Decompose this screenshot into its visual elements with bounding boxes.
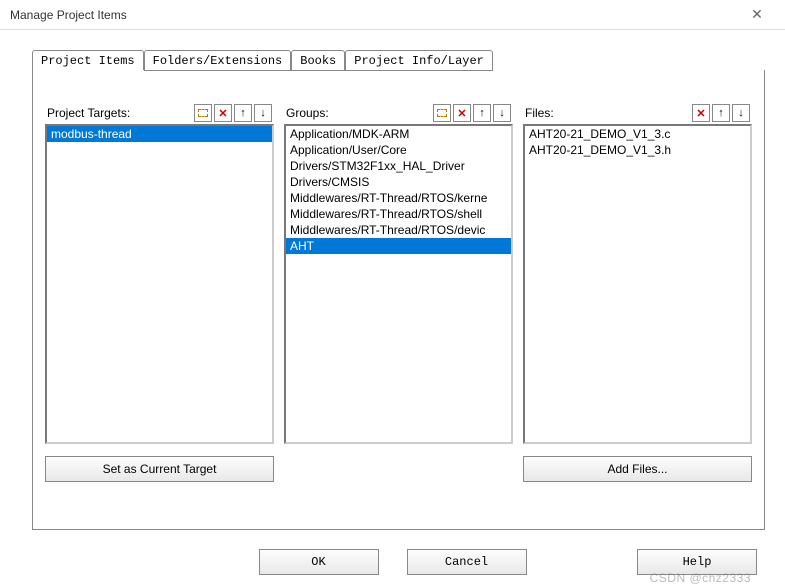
list-item[interactable]: Middlewares/RT-Thread/RTOS/shell xyxy=(286,206,511,222)
set-current-target-button[interactable]: Set as Current Target xyxy=(45,456,274,482)
arrow-down-icon: ↓ xyxy=(738,107,744,119)
list-item[interactable]: AHT20-21_DEMO_V1_3.h xyxy=(525,142,750,158)
targets-new-button[interactable] xyxy=(194,104,212,122)
ok-button[interactable]: OK xyxy=(259,549,379,575)
new-icon xyxy=(437,109,447,117)
arrow-up-icon: ↑ xyxy=(240,107,246,119)
columns: Project Targets: ✕ ↑ ↓ modbus-thread Set… xyxy=(45,102,752,482)
targets-move-up-button[interactable]: ↑ xyxy=(234,104,252,122)
groups-listbox[interactable]: Application/MDK-ARM Application/User/Cor… xyxy=(284,124,513,444)
tab-strip: Project Items Folders/Extensions Books P… xyxy=(32,48,765,70)
spacer xyxy=(284,444,513,482)
close-icon: ✕ xyxy=(751,6,763,23)
list-item[interactable]: Drivers/STM32F1xx_HAL_Driver xyxy=(286,158,511,174)
tab-panel: Project Targets: ✕ ↑ ↓ modbus-thread Set… xyxy=(32,70,765,530)
dialog-content: Project Items Folders/Extensions Books P… xyxy=(0,30,785,530)
files-move-up-button[interactable]: ↑ xyxy=(712,104,730,122)
delete-x-icon: ✕ xyxy=(457,107,466,120)
list-item[interactable]: Application/User/Core xyxy=(286,142,511,158)
targets-listbox[interactable]: modbus-thread xyxy=(45,124,274,444)
column-targets: Project Targets: ✕ ↑ ↓ modbus-thread Set… xyxy=(45,102,274,482)
watermark: CSDN @chz2333 xyxy=(650,571,751,585)
files-move-down-button[interactable]: ↓ xyxy=(732,104,750,122)
groups-move-up-button[interactable]: ↑ xyxy=(473,104,491,122)
add-files-button[interactable]: Add Files... xyxy=(523,456,752,482)
groups-header: Groups: ✕ ↑ ↓ xyxy=(284,102,513,124)
groups-toolbar: ✕ ↑ ↓ xyxy=(433,104,511,122)
list-item[interactable]: Middlewares/RT-Thread/RTOS/devic xyxy=(286,222,511,238)
delete-x-icon: ✕ xyxy=(696,107,705,120)
groups-delete-button[interactable]: ✕ xyxy=(453,104,471,122)
new-icon xyxy=(198,109,208,117)
groups-label: Groups: xyxy=(286,106,329,120)
list-item[interactable]: Drivers/CMSIS xyxy=(286,174,511,190)
files-header: Files: ✕ ↑ ↓ xyxy=(523,102,752,124)
groups-move-down-button[interactable]: ↓ xyxy=(493,104,511,122)
files-listbox[interactable]: AHT20-21_DEMO_V1_3.c AHT20-21_DEMO_V1_3.… xyxy=(523,124,752,444)
targets-move-down-button[interactable]: ↓ xyxy=(254,104,272,122)
titlebar: Manage Project Items ✕ xyxy=(0,0,785,30)
groups-new-button[interactable] xyxy=(433,104,451,122)
targets-toolbar: ✕ ↑ ↓ xyxy=(194,104,272,122)
arrow-up-icon: ↑ xyxy=(479,107,485,119)
list-item[interactable]: Application/MDK-ARM xyxy=(286,126,511,142)
tab-project-items[interactable]: Project Items xyxy=(32,50,144,70)
column-files: Files: ✕ ↑ ↓ AHT20-21_DEMO_V1_3.c AHT20-… xyxy=(523,102,752,482)
files-toolbar: ✕ ↑ ↓ xyxy=(692,104,750,122)
tab-folders-extensions[interactable]: Folders/Extensions xyxy=(144,50,292,71)
files-delete-button[interactable]: ✕ xyxy=(692,104,710,122)
list-item[interactable]: Middlewares/RT-Thread/RTOS/kerne xyxy=(286,190,511,206)
arrow-down-icon: ↓ xyxy=(260,107,266,119)
targets-label: Project Targets: xyxy=(47,106,130,120)
list-item[interactable]: AHT20-21_DEMO_V1_3.c xyxy=(525,126,750,142)
targets-header: Project Targets: ✕ ↑ ↓ xyxy=(45,102,274,124)
window-title: Manage Project Items xyxy=(10,8,127,22)
close-button[interactable]: ✕ xyxy=(737,1,777,29)
list-item[interactable]: modbus-thread xyxy=(47,126,272,142)
delete-x-icon: ✕ xyxy=(218,107,227,120)
targets-delete-button[interactable]: ✕ xyxy=(214,104,232,122)
cancel-button[interactable]: Cancel xyxy=(407,549,527,575)
tab-project-info-layer[interactable]: Project Info/Layer xyxy=(345,50,493,71)
files-label: Files: xyxy=(525,106,554,120)
arrow-down-icon: ↓ xyxy=(499,107,505,119)
list-item[interactable]: AHT xyxy=(286,238,511,254)
tab-books[interactable]: Books xyxy=(291,50,345,71)
arrow-up-icon: ↑ xyxy=(718,107,724,119)
column-groups: Groups: ✕ ↑ ↓ Application/MDK-ARM Applic… xyxy=(284,102,513,482)
